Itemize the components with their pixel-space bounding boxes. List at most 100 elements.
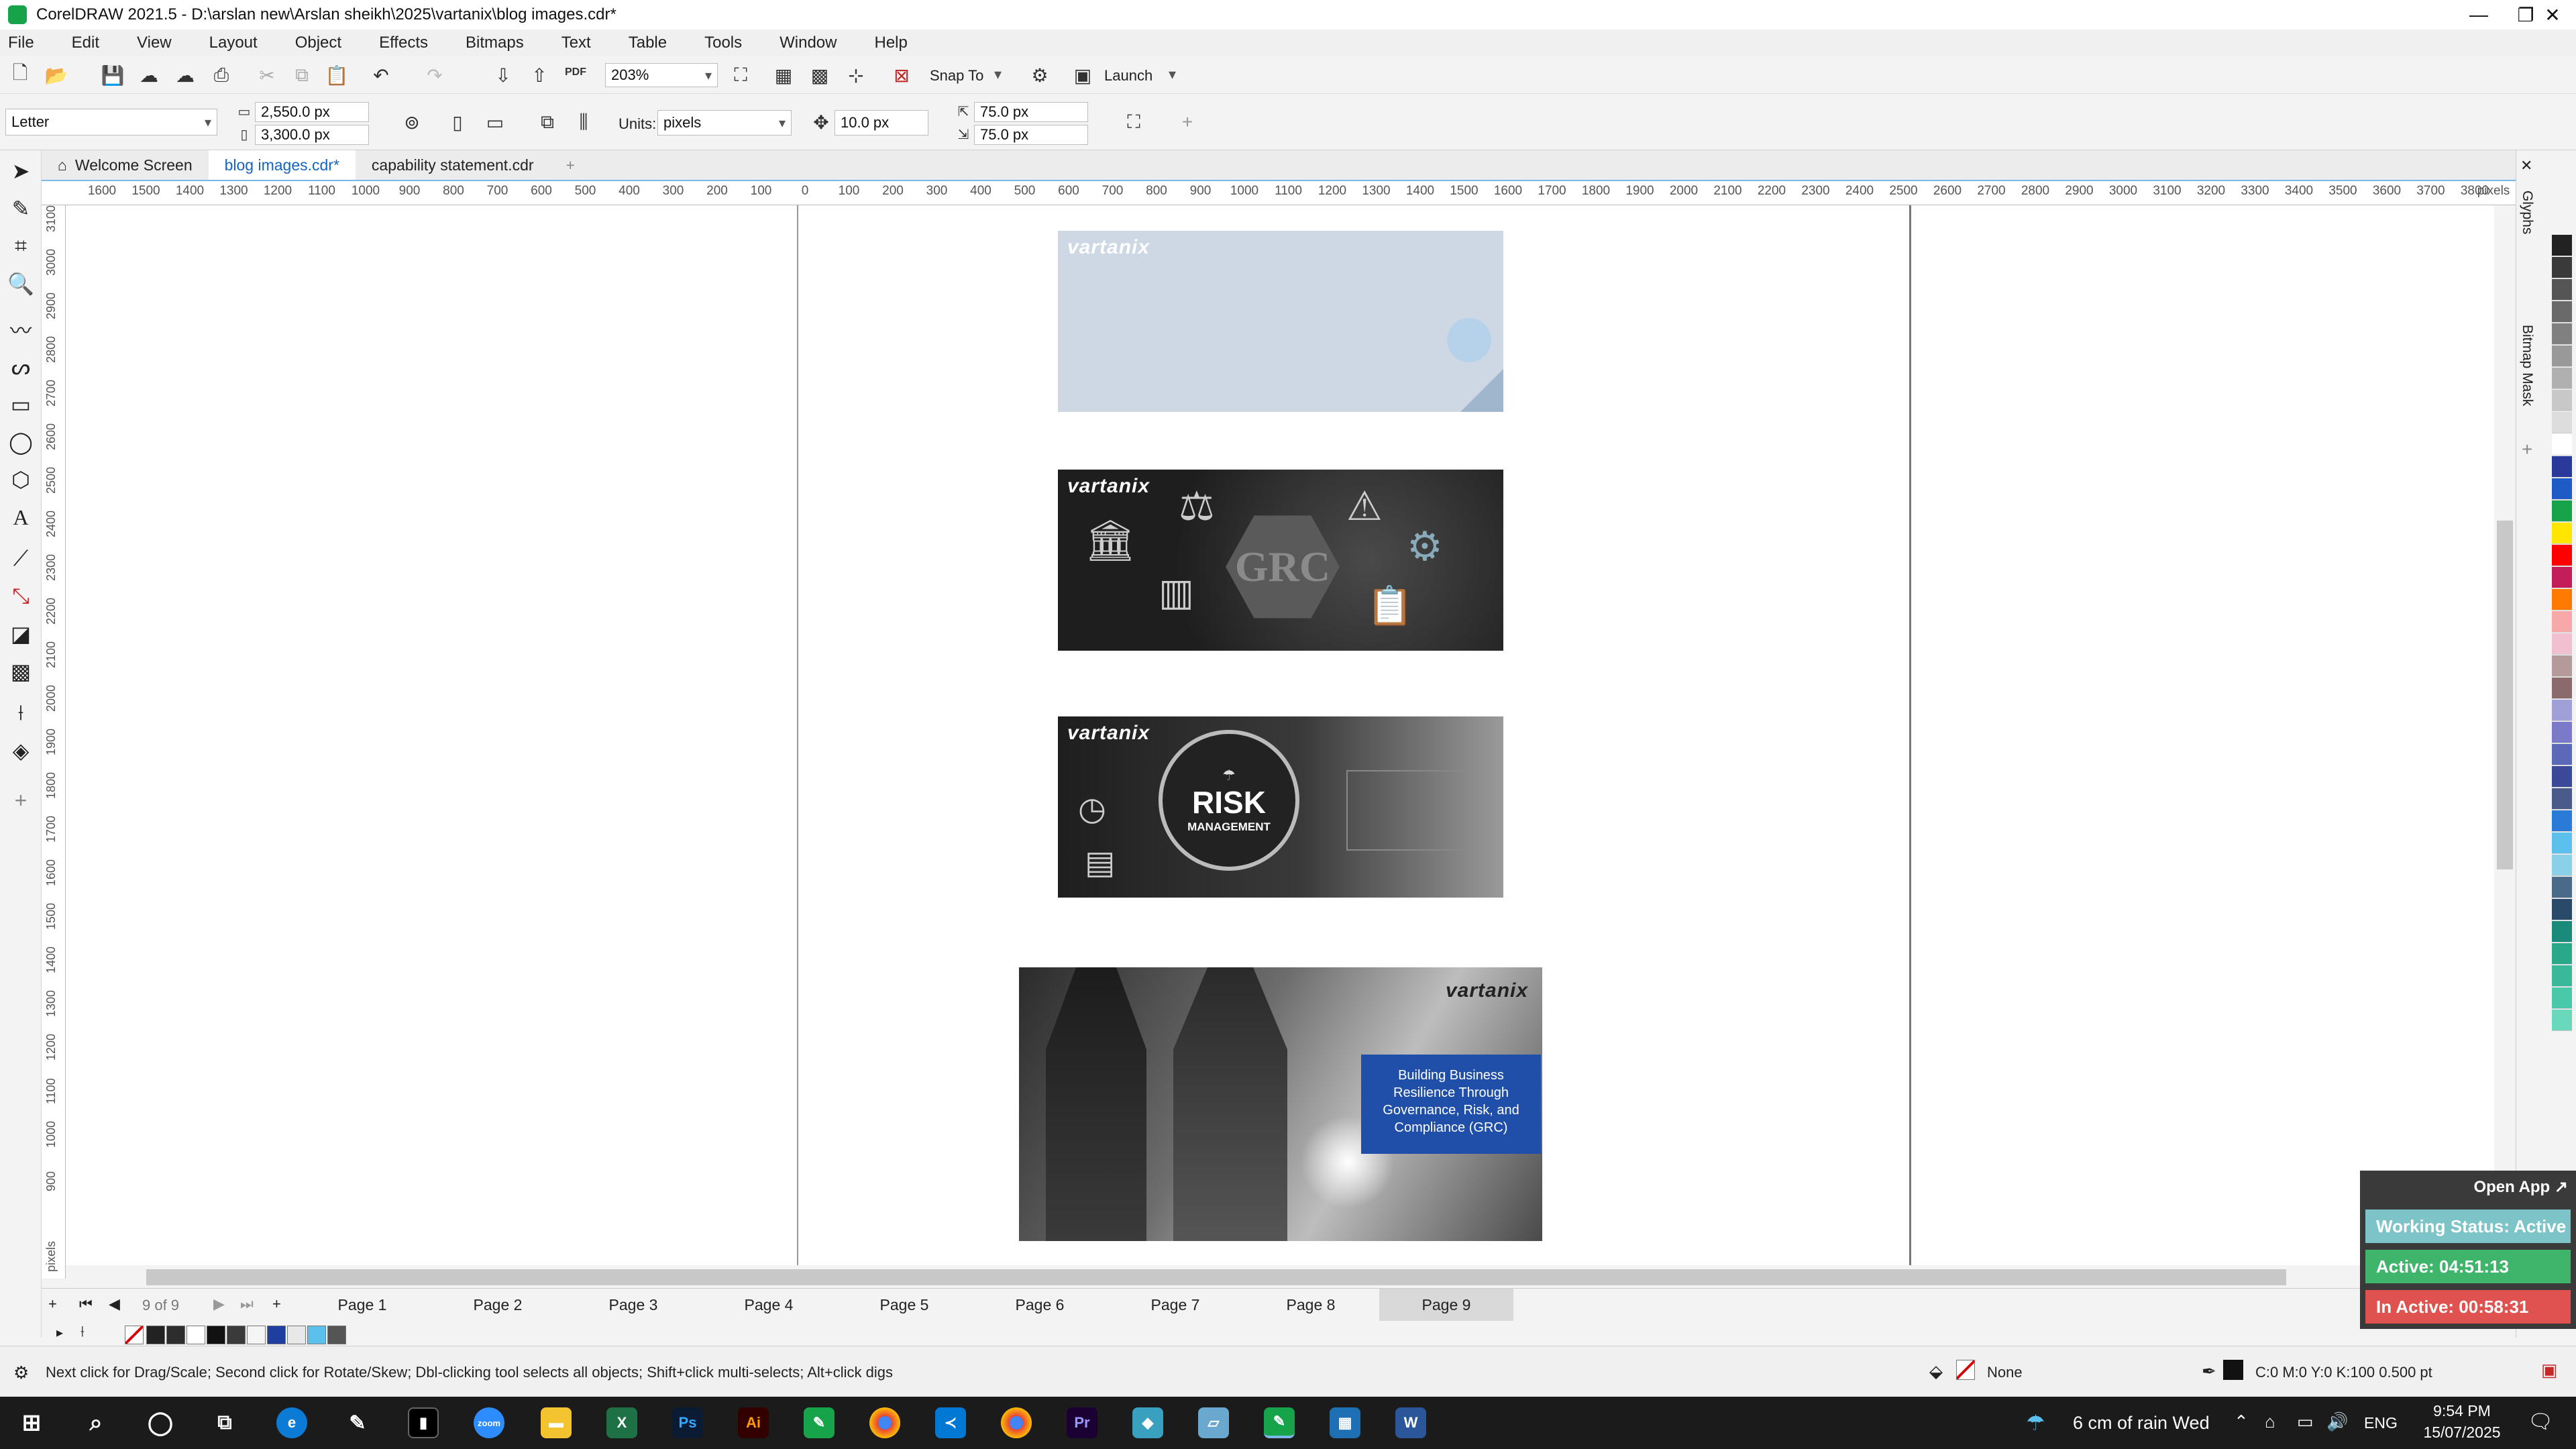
menu-help[interactable]: Help (874, 34, 907, 52)
premiere-icon[interactable]: Pr (1067, 1407, 1097, 1438)
open-folder-icon[interactable]: 📂 (44, 63, 68, 87)
volume-icon[interactable]: 🔊 (2326, 1411, 2348, 1432)
palette-swatch[interactable] (2552, 567, 2572, 588)
paste-icon[interactable]: 📋 (325, 63, 349, 87)
options-gear-icon[interactable]: ⚙ (1028, 63, 1052, 87)
add-page-end-icon[interactable]: + (272, 1295, 281, 1313)
snap-chevron-down-icon[interactable]: ▾ (994, 66, 1002, 83)
cut-icon[interactable]: ✂ (255, 63, 279, 87)
page-border-icon[interactable]: ⛶ (1122, 110, 1146, 134)
excel-icon[interactable]: X (606, 1407, 637, 1438)
menu-window[interactable]: Window (780, 34, 837, 52)
launch-icon[interactable]: ▣ (1071, 63, 1095, 87)
swatch-pale[interactable] (287, 1326, 306, 1344)
interactive-fill-icon[interactable]: ◈ (8, 738, 34, 763)
snap-off-icon[interactable]: ⊠ (890, 63, 914, 87)
close-button[interactable]: ✕ (2529, 0, 2576, 30)
network-icon[interactable]: ▭ (2297, 1411, 2314, 1432)
palette-swatch[interactable] (2552, 345, 2572, 367)
new-document-icon[interactable]: 🗋 (8, 62, 32, 87)
zoom-tool-icon[interactable]: 🔍 (7, 271, 34, 297)
zoom-icon[interactable]: zoom (474, 1407, 504, 1438)
horizontal-scrollbar[interactable] (66, 1265, 2494, 1288)
first-page-icon[interactable]: ⏮ (79, 1295, 93, 1313)
palette-swatch[interactable] (2552, 301, 2572, 323)
fill-bucket-icon[interactable]: ⬙ (1929, 1361, 1943, 1382)
palette-swatch[interactable] (2552, 412, 2572, 433)
full-screen-icon[interactable]: ⛶ (729, 63, 753, 87)
page-tab-7[interactable]: Page 7 (1108, 1289, 1242, 1321)
swatch-black-2[interactable] (166, 1326, 185, 1344)
palette-swatch[interactable] (2552, 921, 2572, 943)
snap-to-dropdown[interactable]: Snap To (930, 67, 983, 85)
menu-object[interactable]: Object (295, 34, 341, 52)
palette-swatch[interactable] (2552, 788, 2572, 810)
dock-close-icon[interactable]: ✕ (2520, 157, 2532, 174)
palette-swatch[interactable] (2552, 500, 2572, 522)
palette-swatch[interactable] (2552, 235, 2572, 256)
add-tool-icon[interactable]: + (8, 788, 34, 813)
weather-icon[interactable]: ☂ (2026, 1410, 2045, 1436)
import-icon[interactable]: ⇩ (491, 63, 515, 87)
text-tool-icon[interactable]: A (8, 504, 34, 530)
units-select[interactable]: pixels (657, 110, 792, 136)
word-icon[interactable]: W (1395, 1407, 1426, 1438)
add-icon[interactable]: + (1175, 110, 1199, 134)
menu-file[interactable]: File (8, 34, 34, 52)
page-width-field[interactable]: 2,550.0 px (255, 102, 369, 122)
palette-swatch[interactable] (2552, 987, 2572, 1009)
nudge-distance-field[interactable]: 10.0 px (835, 110, 928, 136)
page-tab-2[interactable]: Page 2 (431, 1289, 565, 1321)
palette-swatch[interactable] (2552, 523, 2572, 544)
swatch-gray[interactable] (327, 1326, 346, 1344)
parallel-dimension-icon[interactable]: ⟋ (8, 546, 34, 572)
page-tab-8[interactable]: Page 8 (1244, 1289, 1378, 1321)
open-app-link[interactable]: Open App ↗ (2473, 1177, 2568, 1197)
palette-swatch[interactable] (2552, 744, 2572, 765)
page-align-icon[interactable]: ⫼ (572, 110, 596, 134)
palette-swatch[interactable] (2552, 390, 2572, 411)
edge-icon[interactable]: e (276, 1407, 307, 1438)
notifications-icon[interactable]: 🗨 (2528, 1410, 2553, 1434)
palette-arrow-icon[interactable]: ▸ (56, 1324, 63, 1341)
palette-swatch[interactable] (2552, 545, 2572, 566)
swatch-black-1[interactable] (146, 1326, 165, 1344)
print-icon[interactable]: ⎙ (209, 63, 233, 87)
illustrator-icon[interactable]: Ai (738, 1407, 769, 1438)
connector-tool-icon[interactable]: ⤡ (8, 584, 34, 609)
windows-start-icon[interactable]: ⊞ (16, 1407, 47, 1438)
menu-tools[interactable]: Tools (704, 34, 742, 52)
menu-effects[interactable]: Effects (379, 34, 428, 52)
page-tab-5[interactable]: Page 5 (837, 1289, 971, 1321)
freehand-tool-icon[interactable]: 〰 (8, 317, 34, 343)
publish-pdf-icon[interactable]: PDF (564, 60, 588, 85)
menu-view[interactable]: View (137, 34, 172, 52)
blog-image-4[interactable]: vartanix Building Business Resilience Th… (1019, 967, 1542, 1241)
tab-welcome-screen[interactable]: ⌂ Welcome Screen (42, 150, 209, 180)
palette-swatch[interactable] (2552, 478, 2572, 500)
palette-swatch[interactable] (2552, 1010, 2572, 1031)
swatch-light-blue[interactable] (307, 1326, 326, 1344)
menu-edit[interactable]: Edit (72, 34, 99, 52)
tray-chevron-up-icon[interactable]: ⌃ (2234, 1411, 2249, 1432)
pick-tool-icon[interactable]: ➤ (8, 158, 34, 184)
all-pages-icon[interactable]: ⊚ (400, 110, 424, 134)
search-icon[interactable]: ⌕ (80, 1407, 111, 1438)
clock-time[interactable]: 9:54 PM (2422, 1402, 2502, 1420)
menu-bitmaps[interactable]: Bitmaps (466, 34, 524, 52)
palette-swatch[interactable] (2552, 965, 2572, 987)
tab-capability-statement[interactable]: capability statement.cdr (356, 150, 550, 180)
palette-swatch[interactable] (2552, 655, 2572, 677)
fill-swatch[interactable] (1956, 1360, 1975, 1380)
palette-swatch[interactable] (2552, 279, 2572, 301)
cloud-upload-icon[interactable]: ☁ (137, 63, 161, 87)
new-tab-icon[interactable]: + (550, 150, 591, 180)
palette-swatch[interactable] (2552, 766, 2572, 788)
coreldraw-taskbar-icon[interactable]: ✎ (804, 1407, 835, 1438)
palette-swatch[interactable] (2552, 589, 2572, 610)
chrome-profile-icon[interactable] (1001, 1407, 1032, 1438)
last-page-icon[interactable]: ⏭ (240, 1295, 254, 1313)
palette-swatch[interactable] (2552, 434, 2572, 455)
notes-app-icon[interactable]: ▱ (1198, 1407, 1229, 1438)
swatch-gray-dark[interactable] (227, 1326, 246, 1344)
